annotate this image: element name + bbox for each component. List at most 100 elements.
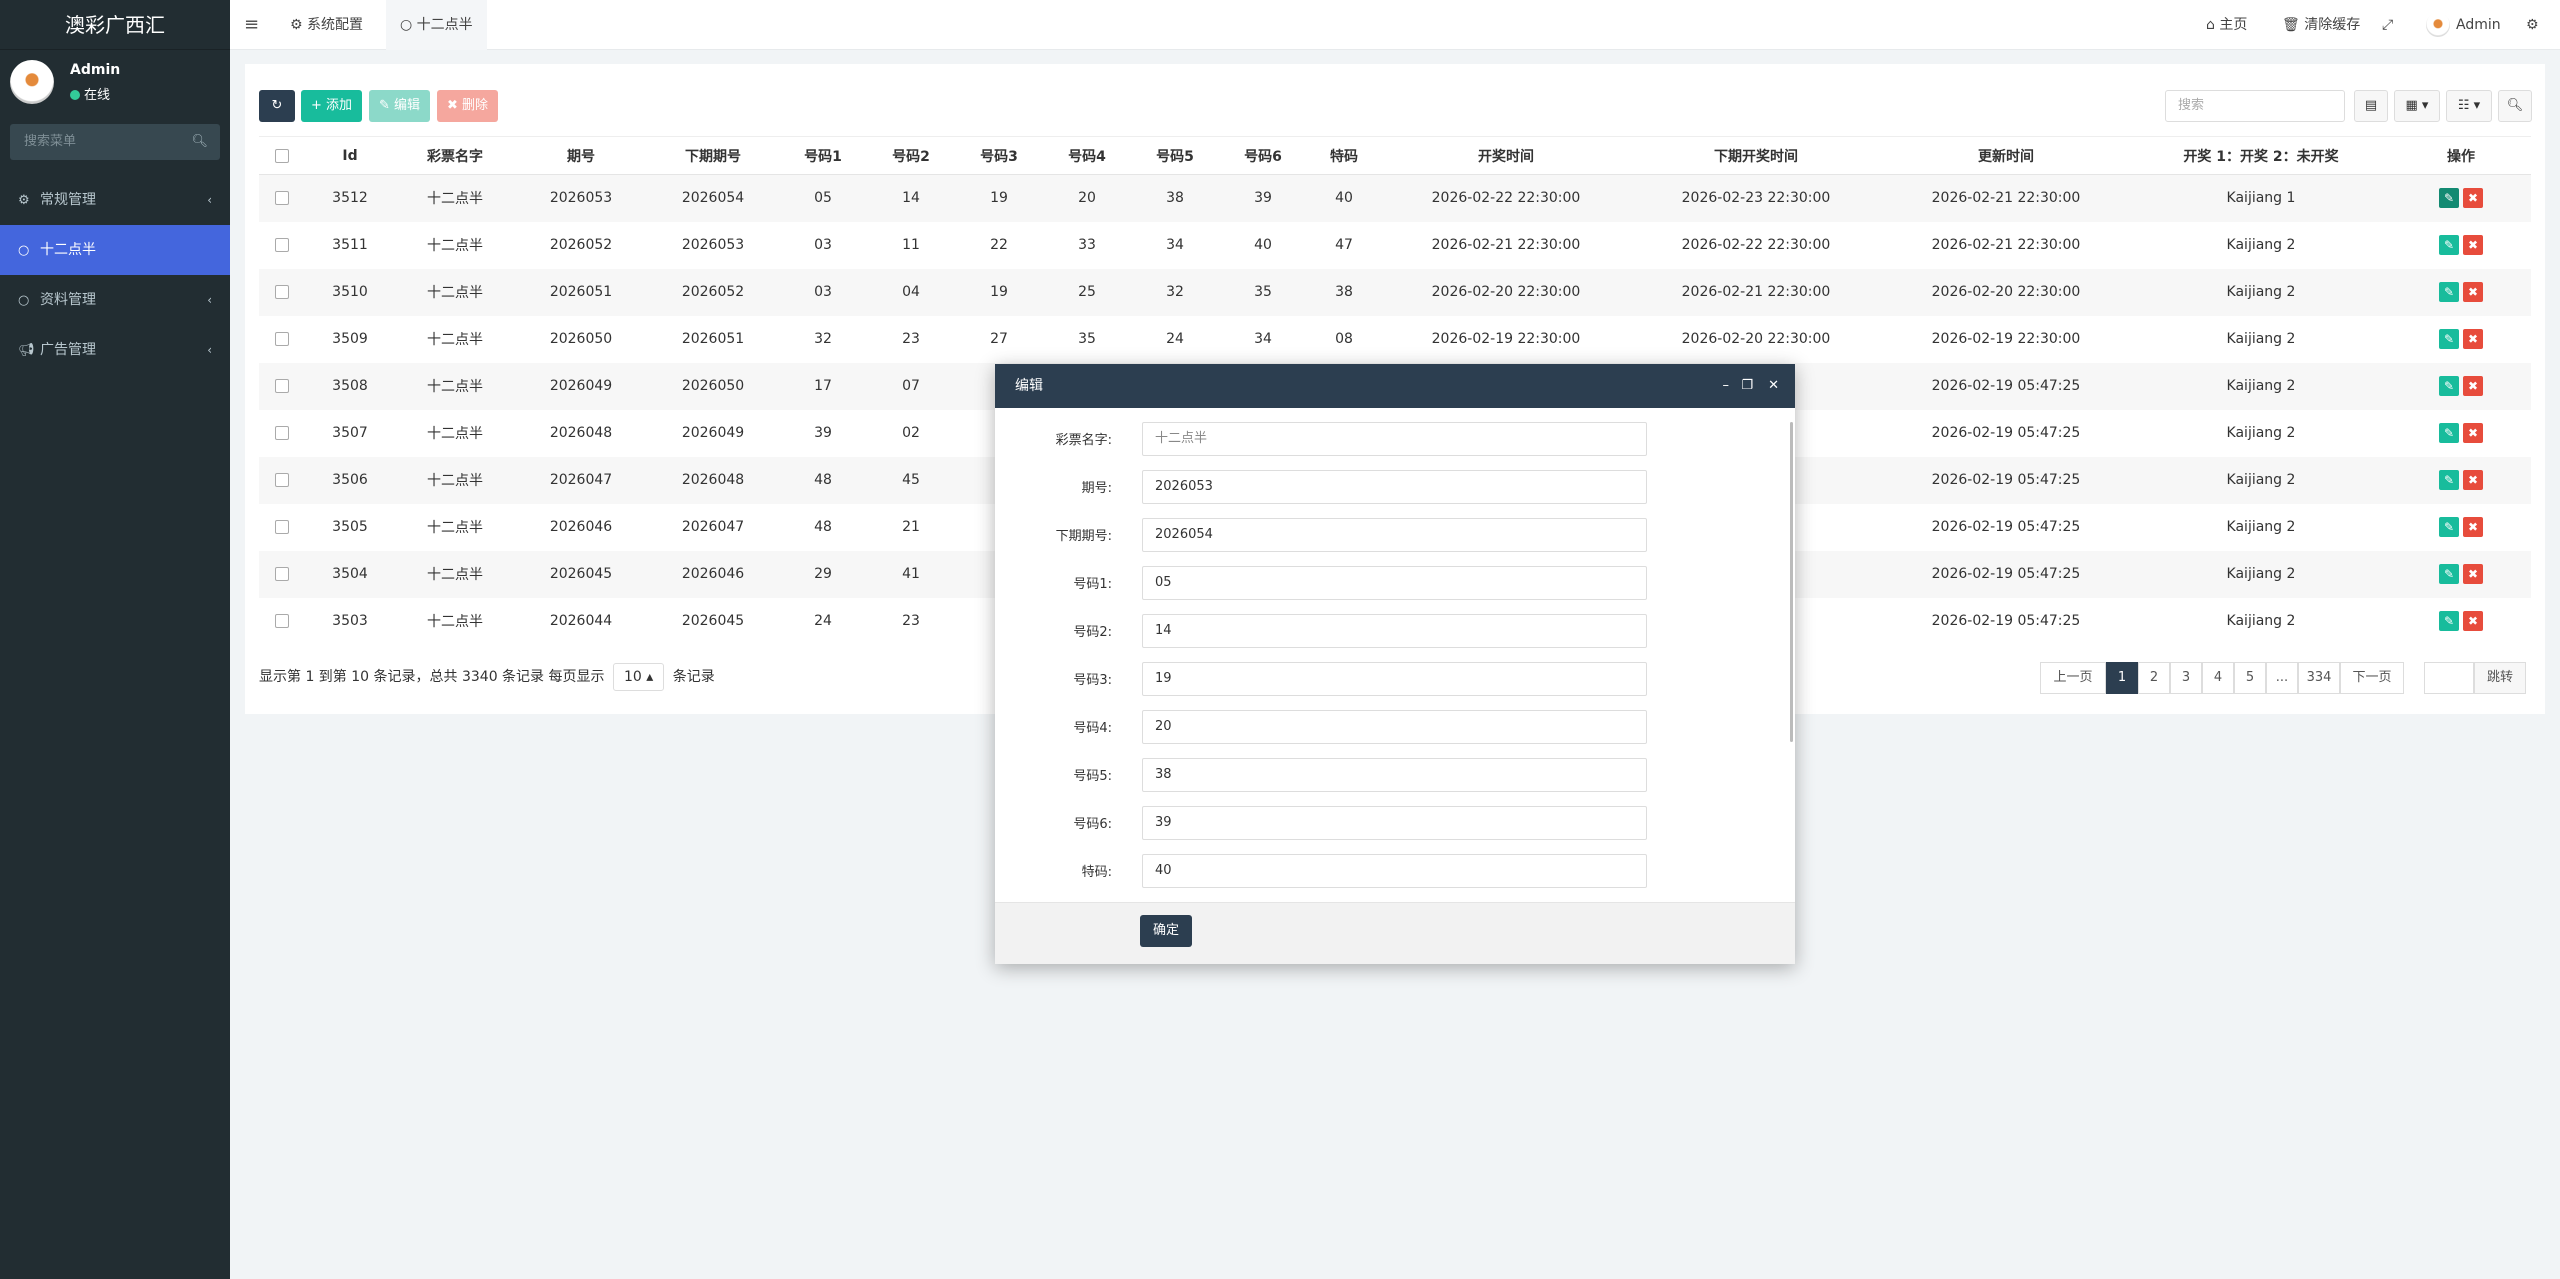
row-edit-button[interactable]: ✎ xyxy=(2439,564,2459,584)
page-button[interactable]: 3 xyxy=(2170,662,2202,694)
row-checkbox[interactable] xyxy=(275,426,289,440)
status-cell[interactable]: Kaijiang 2 xyxy=(2131,504,2391,551)
columns-icon[interactable]: ▦ ▾ xyxy=(2394,90,2440,122)
table-row[interactable]: 3511 十二点半 2026052 2026053 03 11 22 33 34 40 47 2026… xyxy=(259,222,2531,269)
column-header[interactable]: Id xyxy=(305,136,395,175)
table-search-input[interactable]: 搜索 xyxy=(2165,90,2345,122)
add-button[interactable]: + 添加 xyxy=(301,90,363,122)
column-header[interactable]: 下期期号 xyxy=(647,136,779,175)
column-header[interactable]: 开奖时间 xyxy=(1381,136,1631,175)
form-input[interactable]: 19 xyxy=(1142,662,1647,696)
status-cell[interactable]: Kaijiang 2 xyxy=(2131,410,2391,457)
sidebar-item-twelve-thirty[interactable]: ○ 十二点半 xyxy=(0,225,230,275)
row-checkbox[interactable] xyxy=(275,567,289,581)
row-edit-button[interactable]: ✎ xyxy=(2439,470,2459,490)
sidebar-item-data[interactable]: ○ 资料管理 ‹ xyxy=(0,275,230,325)
sidebar-item-ads[interactable]: 📢︎ 广告管理 ‹ xyxy=(0,325,230,375)
select-all-header[interactable] xyxy=(259,136,305,175)
row-edit-button[interactable]: ✎ xyxy=(2439,235,2459,255)
page-button[interactable]: 334 xyxy=(2298,662,2340,694)
row-delete-button[interactable]: ✖ xyxy=(2463,470,2483,490)
delete-button[interactable]: ✖ 删除 xyxy=(437,90,499,122)
select-all-checkbox[interactable] xyxy=(275,148,289,163)
menu-toggle-icon[interactable]: ≡ xyxy=(244,0,259,50)
row-edit-button[interactable]: ✎ xyxy=(2439,329,2459,349)
row-edit-button[interactable]: ✎ xyxy=(2439,611,2459,631)
page-button[interactable]: 4 xyxy=(2202,662,2234,694)
close-icon[interactable]: ✕ xyxy=(1768,364,1779,408)
status-cell[interactable]: Kaijiang 1 xyxy=(2131,174,2391,222)
row-checkbox[interactable] xyxy=(275,473,289,487)
page-button[interactable]: 1 xyxy=(2106,662,2138,694)
status-cell[interactable]: Kaijiang 2 xyxy=(2131,598,2391,645)
form-input[interactable]: 2026054 xyxy=(1142,518,1647,552)
column-header[interactable]: 号码2 xyxy=(867,136,955,175)
row-delete-button[interactable]: ✖ xyxy=(2463,282,2483,302)
row-checkbox[interactable] xyxy=(275,379,289,393)
form-input[interactable]: 20 xyxy=(1142,710,1647,744)
row-select-cell[interactable] xyxy=(259,504,305,551)
row-select-cell[interactable] xyxy=(259,598,305,645)
status-cell[interactable]: Kaijiang 2 xyxy=(2131,456,2391,504)
search-icon[interactable]: 🔍︎ xyxy=(2498,90,2532,122)
next-page-button[interactable]: 下一页 xyxy=(2340,662,2404,694)
jump-page-input[interactable] xyxy=(2424,662,2474,694)
row-select-cell[interactable] xyxy=(259,410,305,457)
column-header[interactable]: 特码 xyxy=(1307,136,1381,175)
row-select-cell[interactable] xyxy=(259,268,305,316)
form-input[interactable]: 14 xyxy=(1142,614,1647,648)
confirm-button[interactable]: 确定 xyxy=(1140,915,1192,947)
table-row[interactable]: 3509 十二点半 2026050 2026051 32 23 27 35 24 34 08 2026… xyxy=(259,316,2531,363)
form-input[interactable]: 40 xyxy=(1142,854,1647,888)
row-select-cell[interactable] xyxy=(259,316,305,363)
jump-button[interactable]: 跳转 xyxy=(2474,662,2526,694)
minimize-icon[interactable]: – xyxy=(1723,364,1730,408)
toggle-view-icon[interactable]: ☷ ▾ xyxy=(2446,90,2492,122)
row-select-cell[interactable] xyxy=(259,222,305,269)
export-icon[interactable]: ▤ xyxy=(2354,90,2388,122)
column-header[interactable]: 号码3 xyxy=(955,136,1043,175)
app-logo[interactable]: 澳彩广西汇 xyxy=(0,0,230,50)
row-checkbox[interactable] xyxy=(275,520,289,534)
row-edit-button[interactable]: ✎ xyxy=(2439,423,2459,443)
clear-cache-button[interactable]: 🗑︎ 清除缓存 xyxy=(2282,0,2360,50)
column-header[interactable]: 号码5 xyxy=(1131,136,1219,175)
status-cell[interactable]: Kaijiang 2 xyxy=(2131,222,2391,269)
status-cell[interactable]: Kaijiang 2 xyxy=(2131,362,2391,410)
column-header[interactable]: 彩票名字 xyxy=(395,136,515,175)
row-select-cell[interactable] xyxy=(259,550,305,598)
row-select-cell[interactable] xyxy=(259,174,305,222)
sidebar-item-general[interactable]: ⚙ 常规管理 ‹ xyxy=(0,175,230,225)
page-button[interactable]: 5 xyxy=(2234,662,2266,694)
tab-system-config[interactable]: ⚙ 系统配置 xyxy=(276,0,377,50)
maximize-icon[interactable]: ❐ xyxy=(1741,364,1753,408)
row-checkbox[interactable] xyxy=(275,285,289,299)
row-delete-button[interactable]: ✖ xyxy=(2463,235,2483,255)
column-header[interactable]: 更新时间 xyxy=(1881,136,2131,175)
row-checkbox[interactable] xyxy=(275,191,289,206)
fullscreen-icon[interactable]: ⤢ xyxy=(2382,0,2393,50)
row-checkbox[interactable] xyxy=(275,238,289,252)
search-icon[interactable]: 🔍︎ xyxy=(191,124,208,160)
row-delete-button[interactable]: ✖ xyxy=(2463,188,2483,209)
tab-twelve-thirty[interactable]: ○ 十二点半 xyxy=(386,0,487,50)
row-delete-button[interactable]: ✖ xyxy=(2463,329,2483,349)
column-header[interactable]: 号码6 xyxy=(1219,136,1307,175)
row-delete-button[interactable]: ✖ xyxy=(2463,423,2483,443)
column-header[interactable]: 号码4 xyxy=(1043,136,1131,175)
row-select-cell[interactable] xyxy=(259,456,305,504)
row-delete-button[interactable]: ✖ xyxy=(2463,376,2483,396)
home-link[interactable]: ⌂ 主页 xyxy=(2206,0,2247,50)
form-input[interactable]: 39 xyxy=(1142,806,1647,840)
row-edit-button[interactable]: ✎ xyxy=(2439,376,2459,396)
form-input[interactable]: 38 xyxy=(1142,758,1647,792)
table-row[interactable]: 3512 十二点半 2026053 2026054 05 14 19 20 38 39 40 2026… xyxy=(259,174,2531,222)
form-input[interactable]: 十二点半 xyxy=(1142,422,1647,456)
table-row[interactable]: 3510 十二点半 2026051 2026052 03 04 19 25 32 35 38 2026… xyxy=(259,268,2531,316)
form-input[interactable]: 05 xyxy=(1142,566,1647,600)
row-delete-button[interactable]: ✖ xyxy=(2463,564,2483,584)
row-checkbox[interactable] xyxy=(275,614,289,628)
user-menu[interactable]: Admin xyxy=(2426,0,2501,50)
sidebar-search-input[interactable]: 搜索菜单 🔍︎ xyxy=(10,124,220,160)
row-select-cell[interactable] xyxy=(259,362,305,410)
